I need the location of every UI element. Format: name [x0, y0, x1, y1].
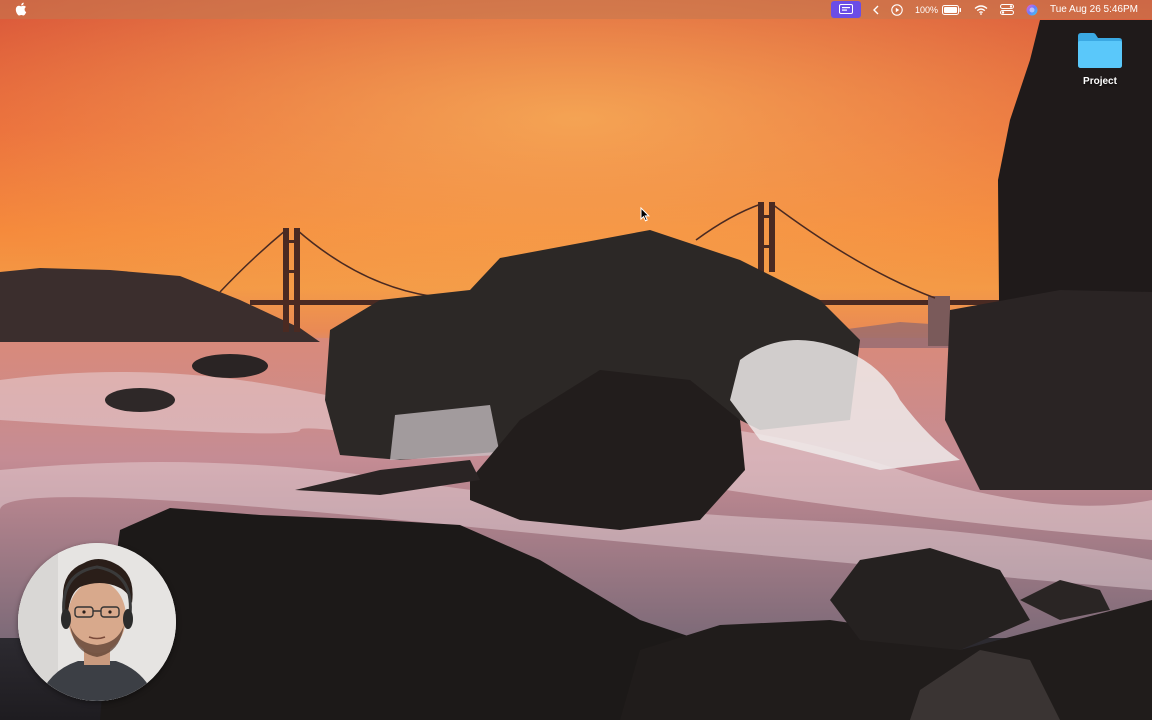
menu-bar-clock[interactable]: Tue Aug 26 5:46PM: [1050, 0, 1138, 19]
wifi-icon[interactable]: [974, 0, 988, 19]
play-circle-icon[interactable]: [891, 0, 903, 19]
siri-icon[interactable]: [1026, 0, 1038, 19]
control-center-icon[interactable]: [999, 0, 1014, 19]
desktop-item-project[interactable]: Project: [1070, 30, 1130, 87]
mouse-pointer-icon: [640, 207, 650, 222]
menu-bar: 100% Tue Aug 26 5:46PM: [0, 0, 1152, 19]
folder-icon: [1078, 33, 1122, 68]
status-menu-items: 100% Tue Aug 26 5:46PM: [830, 0, 1138, 19]
presenter-webcam: [18, 543, 176, 701]
chevron-left-icon[interactable]: [872, 0, 879, 19]
desktop-item-label: Project: [1083, 76, 1117, 87]
apple-logo-icon[interactable]: [15, 2, 27, 16]
battery-icon[interactable]: [941, 0, 962, 19]
battery-percentage: 100%: [914, 4, 938, 15]
screen-record-icon[interactable]: [830, 1, 861, 18]
